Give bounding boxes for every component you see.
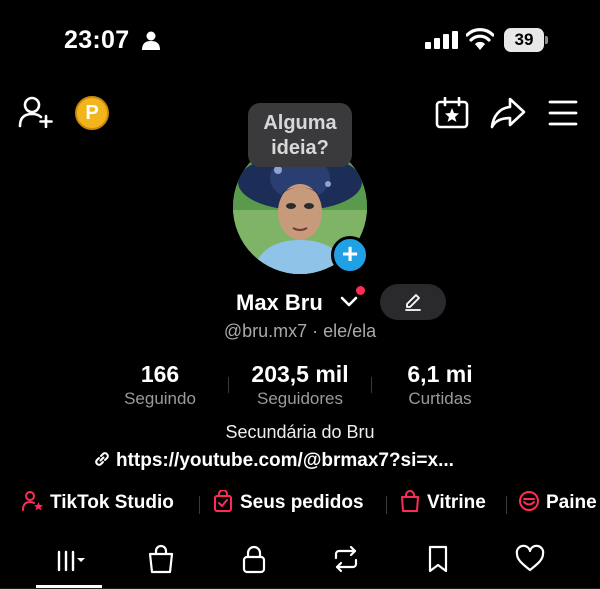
shortcut-tiktok-studio[interactable]: TikTok Studio — [22, 490, 174, 514]
tab-private[interactable] — [224, 540, 284, 586]
stat-followers[interactable]: 203,5 mil Seguidores — [236, 361, 364, 409]
profile-tabs — [0, 540, 600, 589]
battery-indicator: 39 — [504, 28, 548, 52]
shop-bag-icon — [148, 544, 174, 574]
repost-icon — [334, 545, 358, 573]
stat-label: Seguidores — [256, 389, 343, 408]
shortcut-label: TikTok Studio — [50, 492, 174, 513]
tab-liked[interactable] — [500, 540, 560, 586]
stat-label: Seguindo — [124, 389, 196, 408]
profile-name[interactable]: Max Bru — [236, 290, 323, 316]
coin-label: P — [85, 102, 99, 124]
stat-likes[interactable]: 6,1 mi Curtidas — [380, 361, 500, 409]
link-icon — [95, 452, 109, 466]
shortcut-label: Vitrine — [427, 492, 486, 513]
pencil-icon — [405, 294, 421, 311]
tab-videos[interactable] — [40, 540, 100, 586]
bookmark-icon — [428, 545, 448, 573]
lock-icon — [242, 545, 266, 574]
chip-divider — [199, 496, 200, 514]
signal-icon — [425, 31, 458, 49]
tab-shop[interactable] — [131, 540, 191, 586]
profile-bio: Secundária do Bru — [225, 422, 375, 442]
chip-divider — [386, 496, 387, 514]
edit-profile-button[interactable] — [380, 284, 446, 320]
shortcut-orders[interactable]: Seus pedidos — [212, 489, 364, 514]
stat-following[interactable]: 166 Seguindo — [100, 361, 220, 409]
coin-icon[interactable]: P — [75, 96, 109, 130]
shortcut-shop[interactable]: Vitrine — [399, 490, 486, 514]
tab-reposts[interactable] — [316, 540, 376, 586]
idea-tooltip[interactable]: Alguma ideia? — [248, 103, 352, 167]
chevron-down-icon[interactable] — [340, 295, 358, 309]
shortcut-panel[interactable]: Paine — [518, 490, 597, 514]
tab-saved[interactable] — [408, 540, 468, 586]
add-friend-icon[interactable] — [18, 96, 54, 128]
person-icon — [142, 31, 160, 50]
stat-value: 166 — [140, 361, 180, 387]
videos-grid-icon — [57, 550, 85, 572]
panel-icon — [519, 491, 539, 511]
stat-value: 203,5 mil — [251, 361, 349, 387]
stat-divider — [228, 377, 229, 393]
shortcut-label: Seus pedidos — [240, 492, 364, 513]
status-bar: 23:07 39 — [0, 0, 600, 80]
notification-dot — [356, 286, 365, 295]
heart-icon — [515, 544, 545, 572]
wifi-icon — [466, 28, 494, 50]
stat-divider — [371, 377, 372, 393]
menu-icon[interactable] — [548, 99, 578, 127]
share-icon[interactable] — [490, 97, 526, 129]
stat-label: Curtidas — [408, 389, 472, 408]
calendar-star-icon[interactable] — [435, 97, 469, 129]
add-story-button[interactable]: + — [331, 236, 369, 274]
person-star-icon — [22, 491, 43, 511]
battery-level: 39 — [504, 28, 544, 52]
shortcut-row: TikTok Studio Seus pedidos Vitrine Paine — [0, 489, 600, 520]
chip-divider — [506, 496, 507, 514]
shortcut-label: Paine — [546, 492, 597, 513]
order-bag-icon — [214, 489, 232, 512]
stat-value: 6,1 mi — [407, 361, 473, 387]
shop-bag-icon — [401, 490, 419, 512]
status-time: 23:07 — [64, 26, 130, 54]
profile-link-text: https://youtube.com/@brmax7?si=x... — [116, 450, 454, 471]
profile-handle: @bru.mx7 · ele/ela — [223, 321, 377, 341]
battery-tip — [545, 36, 548, 44]
profile-link[interactable]: https://youtube.com/@brmax7?si=x... — [92, 449, 454, 472]
